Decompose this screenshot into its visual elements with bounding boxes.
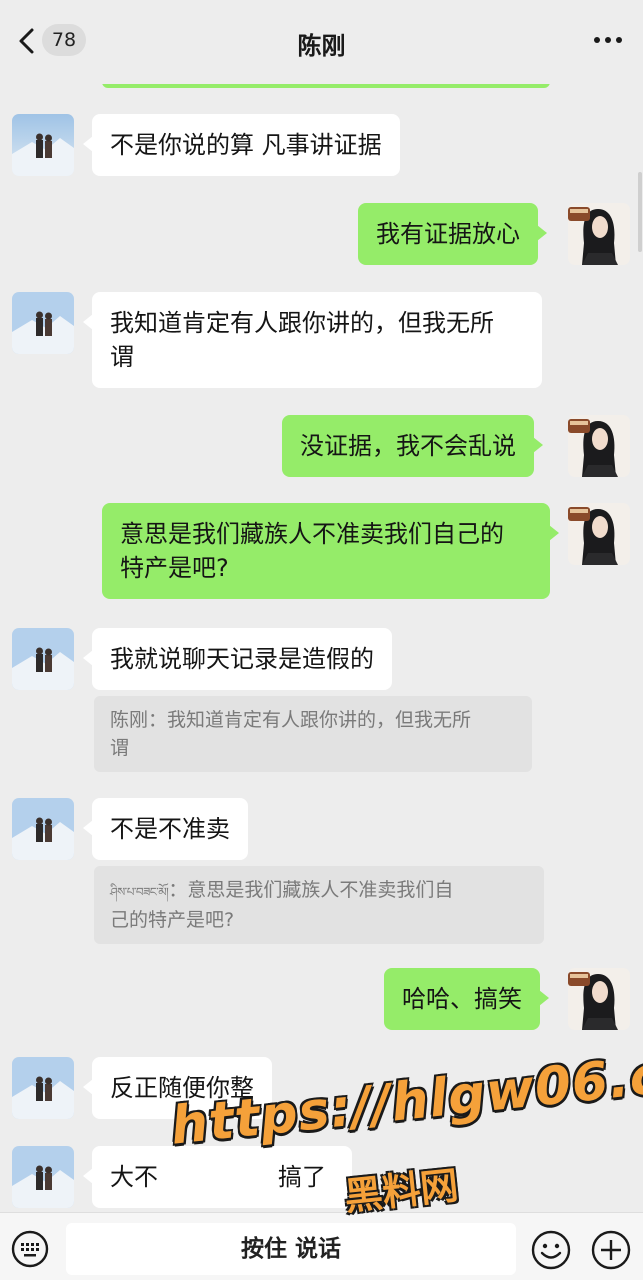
- hold-to-talk-button[interactable]: 按住 说话: [66, 1223, 516, 1275]
- contact-avatar[interactable]: [12, 292, 74, 354]
- self-avatar[interactable]: [568, 415, 630, 477]
- scroll-indicator[interactable]: [638, 172, 642, 252]
- message-text: 哈哈、搞笑: [402, 985, 522, 1013]
- contact-avatar-photo-icon: [12, 628, 74, 690]
- quote-text-line: 谓: [110, 737, 130, 759]
- incoming-message-bubble[interactable]: 大不 搞了: [83, 1146, 352, 1208]
- quote-separator: ：: [168, 879, 188, 901]
- message-text-line: 我知道肯定有人跟你讲的，但我无所: [110, 309, 494, 337]
- watermark-url: https://hlgw06.com: [168, 1035, 643, 1157]
- contact-avatar-photo-icon: [12, 1146, 74, 1208]
- outgoing-message-bubble[interactable]: 意思是我们藏族人不准卖我们自己的 特产是吧?: [102, 503, 559, 599]
- incoming-message-bubble[interactable]: 不是不准卖: [83, 798, 248, 860]
- self-avatar[interactable]: [568, 968, 630, 1030]
- message-text: 不是不准卖: [110, 815, 230, 843]
- incoming-message-bubble[interactable]: 不是你说的算 凡事讲证据: [83, 114, 400, 176]
- message-text-line: 特产是吧?: [120, 554, 229, 582]
- message-text: 我就说聊天记录是造假的: [110, 645, 374, 673]
- contact-avatar-photo-icon: [12, 798, 74, 860]
- incoming-message-bubble[interactable]: 我知道肯定有人跟你讲的，但我无所 谓: [83, 292, 542, 388]
- more-dots-icon[interactable]: [591, 30, 625, 50]
- contact-avatar-photo-icon: [12, 292, 74, 354]
- contact-avatar[interactable]: [12, 798, 74, 860]
- message-text: 我有证据放心: [376, 220, 520, 248]
- quote-text-line: ཤིས་པ་བཟང་མོ།：意思是我们藏族人不准卖我们自: [110, 876, 528, 906]
- contact-avatar[interactable]: [12, 1146, 74, 1208]
- contact-avatar-photo-icon: [12, 114, 74, 176]
- message-text-line: 意思是我们藏族人不准卖我们自己的: [120, 520, 504, 548]
- message-text: 搞了: [278, 1163, 326, 1191]
- message-text-line: 谓: [110, 343, 134, 371]
- outgoing-message-bubble[interactable]: 我有证据放心: [358, 203, 547, 265]
- keyboard-icon[interactable]: [10, 1229, 50, 1269]
- self-avatar-photo-icon: [568, 968, 630, 1030]
- chat-title: 陈刚: [297, 32, 346, 60]
- quote-text: 意思是我们藏族人不准卖我们自: [187, 879, 454, 901]
- contact-avatar[interactable]: [12, 114, 74, 176]
- emoji-icon[interactable]: [530, 1229, 572, 1271]
- watermark-site-name: 黑料网: [342, 1163, 461, 1219]
- self-avatar-photo-icon: [568, 203, 630, 265]
- quote-text-line: 陈刚：我知道肯定有人跟你讲的，但我无所: [110, 709, 472, 731]
- plus-icon[interactable]: [590, 1229, 632, 1271]
- input-toolbar: 按住 说话: [0, 1212, 643, 1280]
- message-text: 大不: [110, 1163, 158, 1191]
- contact-avatar[interactable]: [12, 628, 74, 690]
- quote-text-line: 己的特产是吧?: [110, 909, 235, 931]
- quoted-reply[interactable]: 陈刚：我知道肯定有人跟你讲的，但我无所 谓: [94, 696, 532, 772]
- message-text: 没证据，我不会乱说: [300, 432, 516, 460]
- incoming-message-bubble[interactable]: 我就说聊天记录是造假的: [83, 628, 392, 690]
- self-avatar[interactable]: [568, 503, 630, 565]
- self-avatar-photo-icon: [568, 415, 630, 477]
- self-avatar-photo-icon: [568, 503, 630, 565]
- quote-sender-name: ཤིས་པ་བཟང་མོ།: [110, 885, 169, 899]
- contact-avatar-photo-icon: [12, 1057, 74, 1119]
- self-avatar[interactable]: [568, 203, 630, 265]
- outgoing-message-bubble[interactable]: 没证据，我不会乱说: [282, 415, 543, 477]
- contact-avatar[interactable]: [12, 1057, 74, 1119]
- quoted-reply[interactable]: ཤིས་པ་བཟང་མོ།：意思是我们藏族人不准卖我们自 己的特产是吧?: [94, 866, 544, 944]
- outgoing-message-bubble[interactable]: 哈哈、搞笑: [384, 968, 549, 1030]
- message-text: 不是你说的算 凡事讲证据: [110, 131, 382, 159]
- chat-header: 78 陈刚: [0, 0, 643, 84]
